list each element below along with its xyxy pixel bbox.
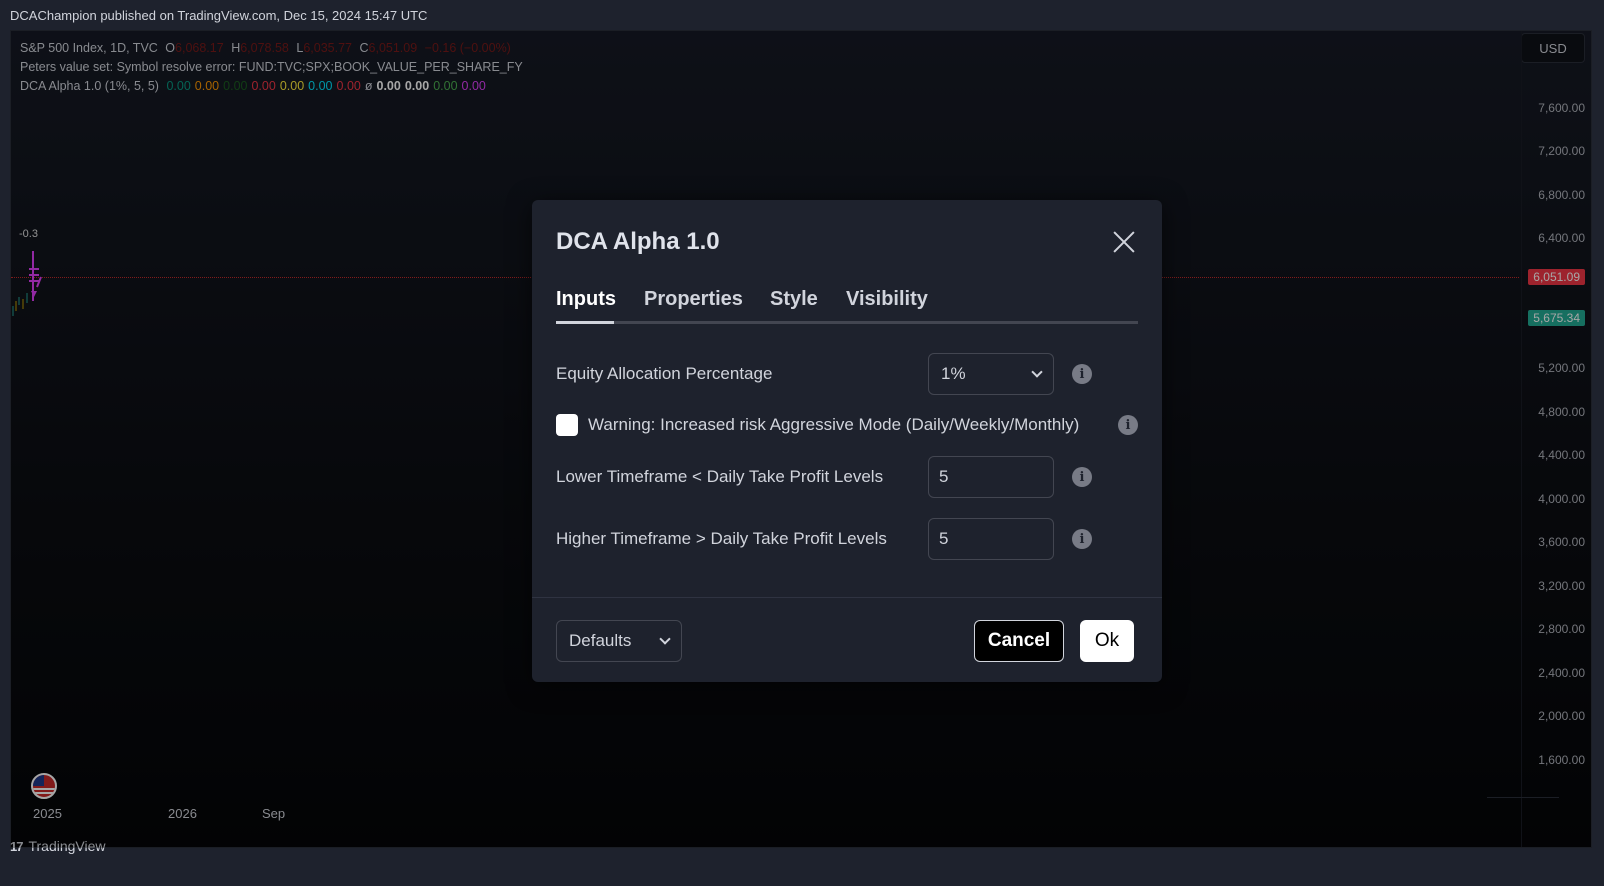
published-line: DCAChampion published on TradingView.com… <box>10 8 428 23</box>
defaults-label: Defaults <box>569 631 632 650</box>
chevron-down-icon <box>659 633 671 645</box>
aggressive-mode-label[interactable]: Warning: Increased risk Aggressive Mode … <box>588 415 1079 435</box>
info-icon[interactable]: i <box>1072 467 1092 487</box>
equity-allocation-value: 1% <box>941 364 966 383</box>
aggressive-mode-row: Warning: Increased risk Aggressive Mode … <box>556 410 1138 440</box>
higher-timeframe-label: Higher Timeframe > Daily Take Profit Lev… <box>556 529 887 548</box>
defaults-dropdown[interactable]: Defaults <box>556 620 682 662</box>
dialog-title: DCA Alpha 1.0 <box>556 228 720 255</box>
tab-style[interactable]: Style <box>770 288 818 311</box>
info-icon[interactable]: i <box>1072 529 1092 549</box>
equity-allocation-label: Equity Allocation Percentage <box>556 364 773 383</box>
tab-inputs[interactable]: Inputs <box>556 288 616 311</box>
equity-allocation-select[interactable]: 1% <box>928 353 1054 395</box>
lower-timeframe-input[interactable] <box>928 456 1054 498</box>
info-icon[interactable]: i <box>1072 364 1092 384</box>
info-icon[interactable]: i <box>1118 415 1138 435</box>
tab-properties[interactable]: Properties <box>644 288 743 311</box>
higher-timeframe-input[interactable] <box>928 518 1054 560</box>
close-icon[interactable] <box>1110 228 1138 256</box>
aggressive-mode-checkbox[interactable] <box>556 414 578 436</box>
dialog-footer-divider <box>532 597 1162 598</box>
dialog-tabs: Inputs Properties Style Visibility <box>556 288 1138 324</box>
tab-visibility[interactable]: Visibility <box>846 288 928 311</box>
cancel-button[interactable]: Cancel <box>974 620 1064 662</box>
active-tab-indicator <box>556 321 614 324</box>
ok-button[interactable]: Ok <box>1080 620 1134 662</box>
indicator-settings-dialog: DCA Alpha 1.0 Inputs Properties Style Vi… <box>532 200 1162 682</box>
chevron-down-icon <box>1031 366 1043 378</box>
lower-timeframe-label: Lower Timeframe < Daily Take Profit Leve… <box>556 467 884 486</box>
